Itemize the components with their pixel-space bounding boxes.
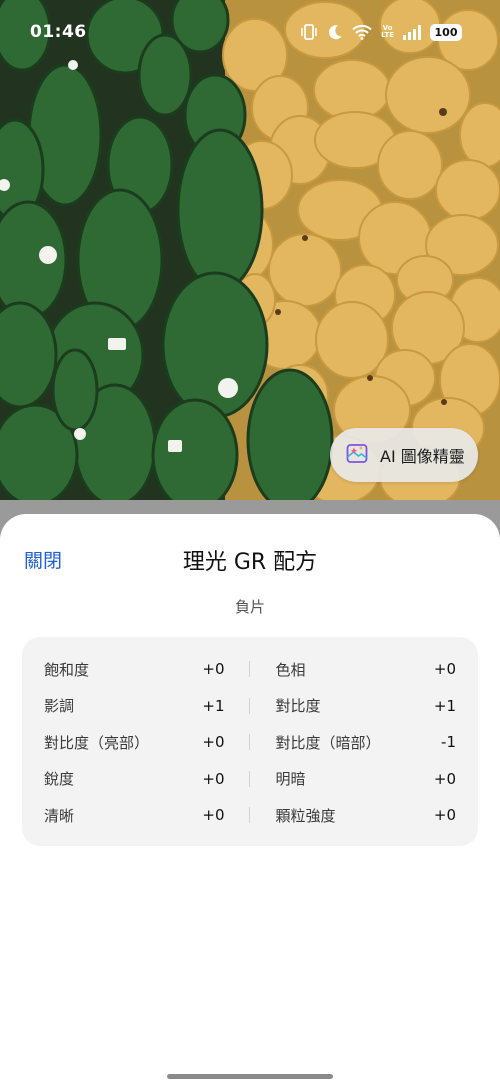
param-value: +1: [202, 696, 225, 715]
vibrate-icon: [300, 24, 318, 40]
param-cell: 飽和度 +0: [44, 659, 249, 680]
param-name: 飽和度: [44, 660, 90, 679]
param-value: +1: [433, 696, 456, 715]
sheet-header: 關閉 理光 GR 配方: [0, 514, 500, 604]
battery-indicator: 100: [430, 23, 462, 41]
sheet-subtitle: 負片: [234, 598, 265, 616]
param-name: 銳度: [44, 770, 75, 789]
param-cell: 對比度 +1: [250, 695, 457, 716]
param-name: 明暗: [275, 770, 306, 789]
param-row: 飽和度 +0 色相 +0: [44, 651, 456, 688]
param-value: +0: [202, 660, 225, 679]
param-name: 影調: [44, 697, 75, 716]
param-value: +0: [202, 733, 225, 752]
recipe-sheet: 關閉 理光 GR 配方 負片 飽和度 +0 色相 +0 影調 +1 對比度 +1…: [0, 514, 500, 1089]
status-bar: 01:46 Vo LTE 100: [0, 0, 500, 64]
param-value: +0: [433, 660, 456, 679]
param-cell: 影調 +1: [44, 695, 249, 716]
status-icons: Vo LTE 100: [300, 23, 462, 41]
parameters-card: 飽和度 +0 色相 +0 影調 +1 對比度 +1 對比度（亮部） +0 對比度…: [22, 637, 478, 846]
param-cell: 銳度 +0: [44, 768, 249, 789]
param-cell: 色相 +0: [250, 659, 457, 680]
param-cell: 顆粒強度 +0: [250, 805, 457, 826]
screen: 01:46 Vo LTE 100 AI 圖像精靈 關閉 理光 GR 配方 負片 …: [0, 0, 500, 1089]
sparkle-icon: [346, 442, 368, 468]
param-name: 顆粒強度: [275, 806, 336, 825]
param-name: 對比度（亮部）: [44, 733, 150, 752]
param-cell: 對比度（暗部） -1: [250, 732, 457, 753]
sheet-title: 理光 GR 配方: [182, 550, 318, 575]
home-indicator[interactable]: [167, 1074, 333, 1079]
photo-preview[interactable]: [0, 0, 500, 500]
param-row: 銳度 +0 明暗 +0: [44, 761, 456, 798]
param-row: 清晰 +0 顆粒強度 +0: [44, 797, 456, 834]
param-row: 影調 +1 對比度 +1: [44, 688, 456, 725]
param-value: +0: [202, 806, 225, 825]
param-value: +0: [433, 806, 456, 825]
param-value: +0: [433, 769, 456, 788]
status-time: 01:46: [30, 22, 87, 42]
signal-icon: [403, 24, 421, 40]
param-cell: 清晰 +0: [44, 805, 249, 826]
param-name: 色相: [275, 660, 306, 679]
volte-bottom: LTE: [381, 31, 394, 39]
param-cell: 對比度（亮部） +0: [44, 732, 249, 753]
ai-image-wizard-button[interactable]: AI 圖像精靈: [330, 428, 478, 482]
param-name: 對比度（暗部）: [275, 733, 381, 752]
moon-icon: [327, 24, 343, 40]
param-value: +0: [202, 769, 225, 788]
volte-icon: Vo LTE: [381, 25, 394, 39]
avocado-mango-photo: [0, 0, 500, 500]
param-name: 清晰: [44, 806, 75, 825]
param-value: -1: [441, 733, 456, 752]
wifi-icon: [352, 24, 372, 40]
param-cell: 明暗 +0: [250, 768, 457, 789]
param-name: 對比度: [275, 697, 321, 716]
param-row: 對比度（亮部） +0 對比度（暗部） -1: [44, 724, 456, 761]
ai-button-label: AI 圖像精靈: [380, 447, 465, 466]
